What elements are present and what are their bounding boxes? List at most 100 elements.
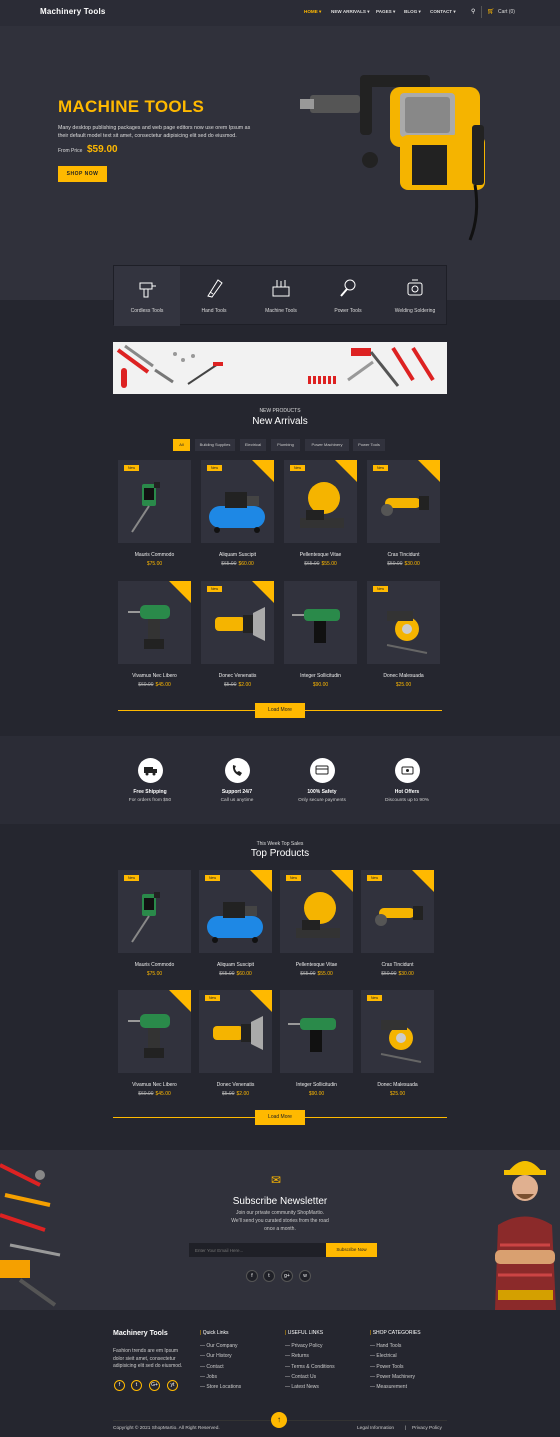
category-welding-soldering[interactable]: Welding Soldering: [382, 266, 448, 326]
load-more-button[interactable]: Load More: [255, 1110, 305, 1125]
product-price: $50.00 $30.00: [387, 561, 420, 567]
footer-logo[interactable]: Machinery Tools: [113, 1330, 168, 1337]
product-card[interactable]: New: [118, 460, 191, 543]
footer-link[interactable]: — Privacy Policy: [285, 1343, 323, 1349]
sale-corner: [169, 581, 191, 603]
product-card[interactable]: New: [118, 870, 191, 953]
twitter-icon[interactable]: t: [263, 1270, 275, 1282]
product-name[interactable]: Pellentesque Vitae: [284, 552, 357, 558]
tab-all[interactable]: All: [173, 439, 190, 451]
category-power-tools[interactable]: Power Tools: [315, 266, 381, 326]
product-card[interactable]: New: [199, 870, 272, 953]
product-name[interactable]: Integer Sollicitudin: [284, 673, 357, 679]
legal-information-link[interactable]: Legal Information: [357, 1426, 394, 1431]
privacy-policy-link[interactable]: Privacy Policy: [412, 1426, 442, 1431]
nav-blog[interactable]: BLOG ▾: [404, 9, 421, 15]
new-badge: New: [373, 586, 388, 592]
product-name[interactable]: Vivamus Nec Libero: [118, 673, 191, 679]
email-input[interactable]: [189, 1243, 326, 1257]
footer-link[interactable]: — Jobs: [200, 1374, 217, 1380]
worker-image: [495, 1161, 556, 1310]
tab-power-tools[interactable]: Power Tools: [353, 439, 385, 451]
load-more-button[interactable]: Load More: [255, 703, 305, 718]
footer-facebook-icon[interactable]: f: [114, 1380, 125, 1391]
footer-link[interactable]: — Contact Us: [285, 1374, 316, 1380]
category-cordless-tools[interactable]: Cordless Tools: [114, 266, 180, 326]
product-name[interactable]: Mauris Commodo: [118, 962, 191, 968]
scroll-to-top-button[interactable]: ↑: [271, 1412, 287, 1428]
tab-building-supplies[interactable]: Building Supplies: [195, 439, 235, 451]
footer-about: Fashion trends are em Ipsum dolor sieit …: [113, 1348, 183, 1369]
product-card[interactable]: [284, 581, 357, 664]
subscribe-button[interactable]: Subscribe Now: [326, 1243, 377, 1257]
product-name[interactable]: Donec Venenatis: [199, 1082, 272, 1088]
product-card[interactable]: New: [201, 460, 274, 543]
product-card[interactable]: New: [280, 870, 353, 953]
footer-link[interactable]: — Our Company: [200, 1343, 238, 1349]
shop-now-button[interactable]: SHOP NOW: [58, 166, 107, 182]
sale-corner: [252, 581, 274, 603]
sale-corner: [250, 990, 272, 1012]
nav-contact[interactable]: CONTACT ▾: [430, 9, 456, 15]
product-price: $90.00: [308, 1091, 325, 1097]
product-name[interactable]: Cras Tincidunt: [367, 552, 440, 558]
product-name[interactable]: Aliquam Suscipit: [201, 552, 274, 558]
cart-icon[interactable]: 🛒︎: [487, 8, 495, 15]
footer-youtube-icon[interactable]: yt: [167, 1380, 178, 1391]
category-hand-tools[interactable]: Hand Tools: [181, 266, 247, 326]
tab-power-machinery[interactable]: Power Machinery: [305, 439, 349, 451]
product-card[interactable]: New: [284, 460, 357, 543]
new-badge: New: [205, 995, 220, 1001]
product-name[interactable]: Donec Malesuada: [367, 673, 440, 679]
product-name[interactable]: Vivamus Nec Libero: [118, 1082, 191, 1088]
product-card[interactable]: New: [361, 870, 434, 953]
feature-hot-offers: Hot Offers Discounts up to 90%: [357, 758, 457, 803]
product-card[interactable]: [280, 990, 353, 1073]
product-card[interactable]: New: [199, 990, 272, 1073]
footer-link[interactable]: — Hand Tools: [370, 1343, 401, 1349]
product-name[interactable]: Integer Sollicitudin: [280, 1082, 353, 1088]
quick-links-title: | Quick Links: [200, 1330, 229, 1336]
category-machine-tools[interactable]: Machine Tools: [248, 266, 314, 326]
google-plus-icon[interactable]: g+: [281, 1270, 293, 1282]
search-icon[interactable]: ⚲: [471, 8, 475, 15]
top-sales-kicker: This Week Top Sales: [256, 841, 304, 847]
nav-pages[interactable]: PAGES ▾: [376, 9, 395, 15]
newsletter-title: Subscribe Newsletter: [232, 1196, 328, 1207]
footer-link[interactable]: — Power Tools: [370, 1364, 404, 1370]
product-card[interactable]: New: [201, 581, 274, 664]
product-card[interactable]: New: [367, 460, 440, 543]
product-name[interactable]: Mauris Commodo: [118, 552, 191, 558]
product-name[interactable]: Donec Malesuada: [361, 1082, 434, 1088]
footer-link[interactable]: — Our History: [200, 1353, 232, 1359]
footer-google-plus-icon[interactable]: G+: [149, 1380, 160, 1391]
nav-home[interactable]: HOME ▾: [304, 9, 321, 15]
nav-new-arrivals[interactable]: NEW ARRIVALS ▾: [331, 9, 370, 15]
footer-link[interactable]: — Contact: [200, 1364, 224, 1370]
copyright: Copyright © 2021 ShopMartio. All Right R…: [113, 1426, 220, 1431]
footer-link[interactable]: — Power Machinery: [370, 1374, 415, 1380]
footer-twitter-icon[interactable]: t: [131, 1380, 142, 1391]
footer-link[interactable]: — Terms & Conditions: [285, 1364, 335, 1370]
footer-link[interactable]: — Store Locations: [200, 1384, 241, 1390]
site-logo[interactable]: Machinery Tools: [40, 7, 106, 16]
product-card[interactable]: New: [361, 990, 434, 1073]
product-name[interactable]: Aliquam Suscipit: [199, 962, 272, 968]
product-name[interactable]: Pellentesque Vitae: [280, 962, 353, 968]
tab-plumbing[interactable]: Plumbing: [271, 439, 300, 451]
tools-banner[interactable]: [113, 342, 447, 394]
footer-link[interactable]: — Latest News: [285, 1384, 319, 1390]
product-card[interactable]: [118, 581, 191, 664]
product-price: $60.00 $45.00: [138, 1091, 171, 1097]
whatsapp-icon[interactable]: w: [299, 1270, 311, 1282]
footer-link[interactable]: — Electrical: [370, 1353, 397, 1359]
product-name[interactable]: Cras Tincidunt: [361, 962, 434, 968]
product-card[interactable]: New: [367, 581, 440, 664]
tab-electrical[interactable]: Electrical: [240, 439, 266, 451]
product-name[interactable]: Donec Venenatis: [201, 673, 274, 679]
cart-link[interactable]: Cart (0): [498, 9, 515, 15]
footer-link[interactable]: — Measurement: [370, 1384, 407, 1390]
product-card[interactable]: [118, 990, 191, 1073]
facebook-icon[interactable]: f: [246, 1270, 258, 1282]
footer-link[interactable]: — Returns: [285, 1353, 309, 1359]
